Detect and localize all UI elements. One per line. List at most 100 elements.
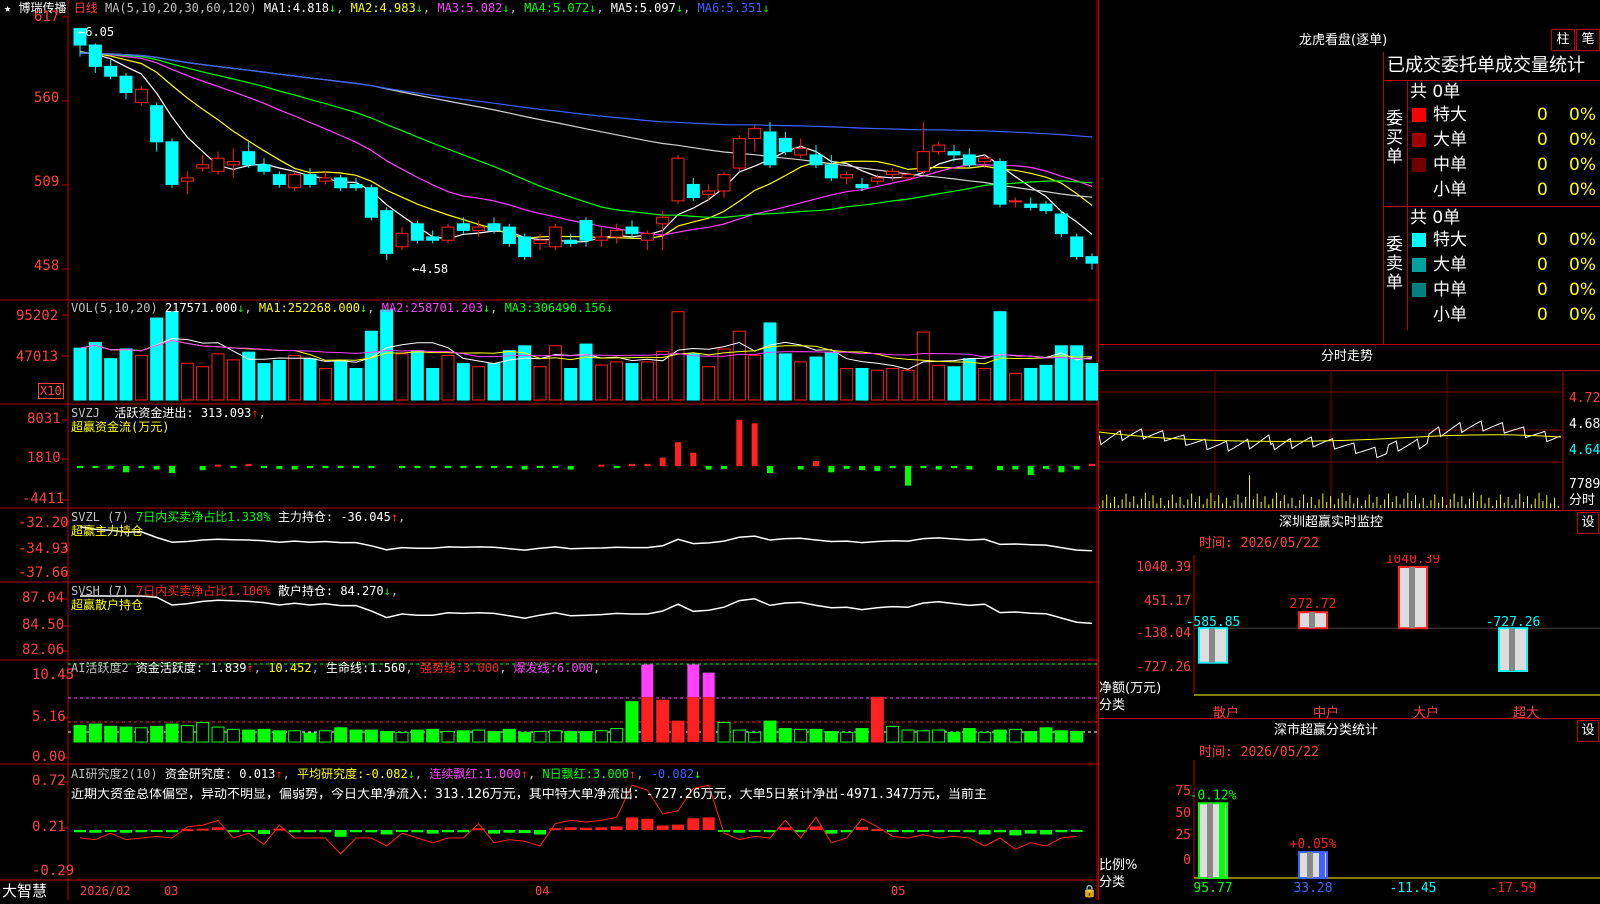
svzj-bar (291, 466, 298, 470)
candle (303, 174, 317, 185)
svzj-bar (705, 466, 712, 470)
candle (594, 236, 608, 241)
sell-row-label: 小单 (1433, 305, 1467, 325)
sell-row-pct: 0% (1569, 230, 1596, 250)
research-bar (948, 830, 960, 832)
ai-v2: 10.452 (268, 661, 312, 675)
stats2-chart[interactable]: 7550250-0.12%95.77散户+0.05%33.28中户-11.45大… (1099, 760, 1600, 900)
svzj-bar (230, 466, 237, 468)
svzj-bar (905, 466, 911, 486)
candle (272, 174, 286, 185)
research-bar (902, 830, 914, 833)
volume-bar (272, 359, 286, 401)
ai-bar (748, 731, 762, 743)
monitor-bar-shade (1209, 628, 1215, 663)
ai-bar-burst (641, 664, 654, 698)
ai-bar (180, 725, 194, 743)
ai-bar (487, 731, 501, 743)
stats2-value: -17.59 (1490, 881, 1537, 896)
svzj-bar (613, 466, 620, 469)
svzj-bar (107, 466, 114, 469)
svsh-ratio: 7日内买卖净占比1.106% (136, 584, 271, 598)
candle (886, 170, 900, 176)
volume-bar (88, 342, 102, 401)
buy-row-count: 0 (1537, 155, 1548, 175)
research-header: AI研究度2(10) 资金研究度: 0.013↑, 平均研究度:-0.082↓,… (71, 767, 702, 781)
ai-axis-label: 0.00 (32, 749, 66, 765)
svzj-bar (889, 466, 896, 469)
research-bar (994, 830, 1006, 833)
buy-row-label: 中单 (1433, 155, 1467, 175)
stats2-ratio-label: 比例% (1099, 858, 1138, 873)
research-bar (733, 830, 746, 833)
monitor-bar-label: -727.26 (1486, 615, 1541, 630)
kline-chart-area[interactable]: ★ 博瑞传播 日线 MA(5,10,20,30,60,120) MA1:4.81… (0, 0, 1099, 900)
volume-bar (594, 364, 608, 401)
monitor-net-label: 净额(万元) (1099, 681, 1162, 696)
candle (349, 183, 363, 189)
svsh-subtitle: 超赢散户持仓 (71, 598, 144, 612)
ai-bar (1054, 730, 1068, 743)
monitor-axis-label: 451.17 (1144, 594, 1191, 609)
high-marker: ←6.05 (78, 25, 115, 39)
volume-bar (732, 330, 746, 401)
ai-bar (288, 730, 302, 743)
volume-bar (426, 367, 440, 401)
svzj-bar (920, 466, 927, 469)
tab-zhu[interactable]: 柱 (1551, 29, 1575, 51)
stats2-settings-button[interactable]: 设 (1577, 720, 1599, 742)
volume-bar (870, 369, 884, 401)
ai-bar-burst (702, 672, 715, 698)
intraday-price: 4.640 (1569, 443, 1600, 458)
sell-row-swatch (1412, 233, 1426, 247)
monitor-settings-button[interactable]: 设 (1577, 512, 1599, 534)
volume-bar (1039, 364, 1053, 401)
chart-canvas[interactable] (0, 0, 1099, 900)
right-panel: 龙虎看盘(逐单) 柱 笔 已成交委托单成交量统计 委买单 委卖单 共 0单 共 … (1098, 0, 1600, 900)
lock-icon[interactable]: 🔒 (1082, 884, 1097, 898)
vol-unit-badge[interactable]: X10 (38, 383, 64, 399)
stats2-value: -11.45 (1390, 881, 1437, 896)
ai-bar (441, 731, 455, 743)
intraday-chart[interactable] (1099, 372, 1600, 510)
research-bar (932, 830, 945, 833)
svzj-axis-label: -4411 (22, 491, 65, 507)
ai-bar (134, 727, 148, 743)
candle (364, 187, 378, 218)
ai-bar (732, 729, 746, 743)
candle (794, 147, 808, 156)
buy-row-swatch (1412, 133, 1426, 147)
buy-row-pct: 0% (1569, 130, 1596, 150)
research-bar (334, 830, 347, 837)
star-icon[interactable]: ★ (4, 1, 11, 15)
ai-bar (901, 729, 915, 743)
candle (518, 236, 532, 258)
research-bar (917, 830, 930, 832)
ai-bar (349, 729, 363, 743)
candle (962, 154, 976, 166)
cont-value: 1.000 (484, 767, 521, 781)
candle (1070, 236, 1084, 258)
period-label[interactable]: 日线 (74, 1, 98, 15)
svzj-bar (997, 466, 1003, 471)
ai-bar (824, 731, 838, 743)
burst-value: 6.000 (556, 661, 593, 675)
svzj-bar (797, 466, 804, 470)
research-bar (503, 830, 516, 833)
svzl-spec: SVZL (7) (71, 510, 129, 524)
volume-bar (104, 358, 118, 401)
svzj-bar (537, 466, 543, 468)
monitor-chart[interactable]: 1040.39451.17-138.04-727.26-585.85散户272.… (1099, 555, 1600, 720)
candle (916, 151, 930, 172)
candle (763, 131, 777, 166)
volume-bar (226, 359, 240, 401)
candle (947, 151, 961, 156)
buy-row-swatch (1412, 158, 1426, 172)
buy-row-pct: 0% (1569, 105, 1596, 125)
down-arrow-icon: ↓ (502, 1, 510, 15)
svzj-bar (1043, 466, 1049, 469)
tab-bi[interactable]: 笔 (1576, 29, 1600, 51)
ai-bar (533, 731, 547, 743)
ma-spec: MA(5,10,20,30,60,120) (104, 1, 257, 15)
volume-bar (748, 354, 762, 401)
